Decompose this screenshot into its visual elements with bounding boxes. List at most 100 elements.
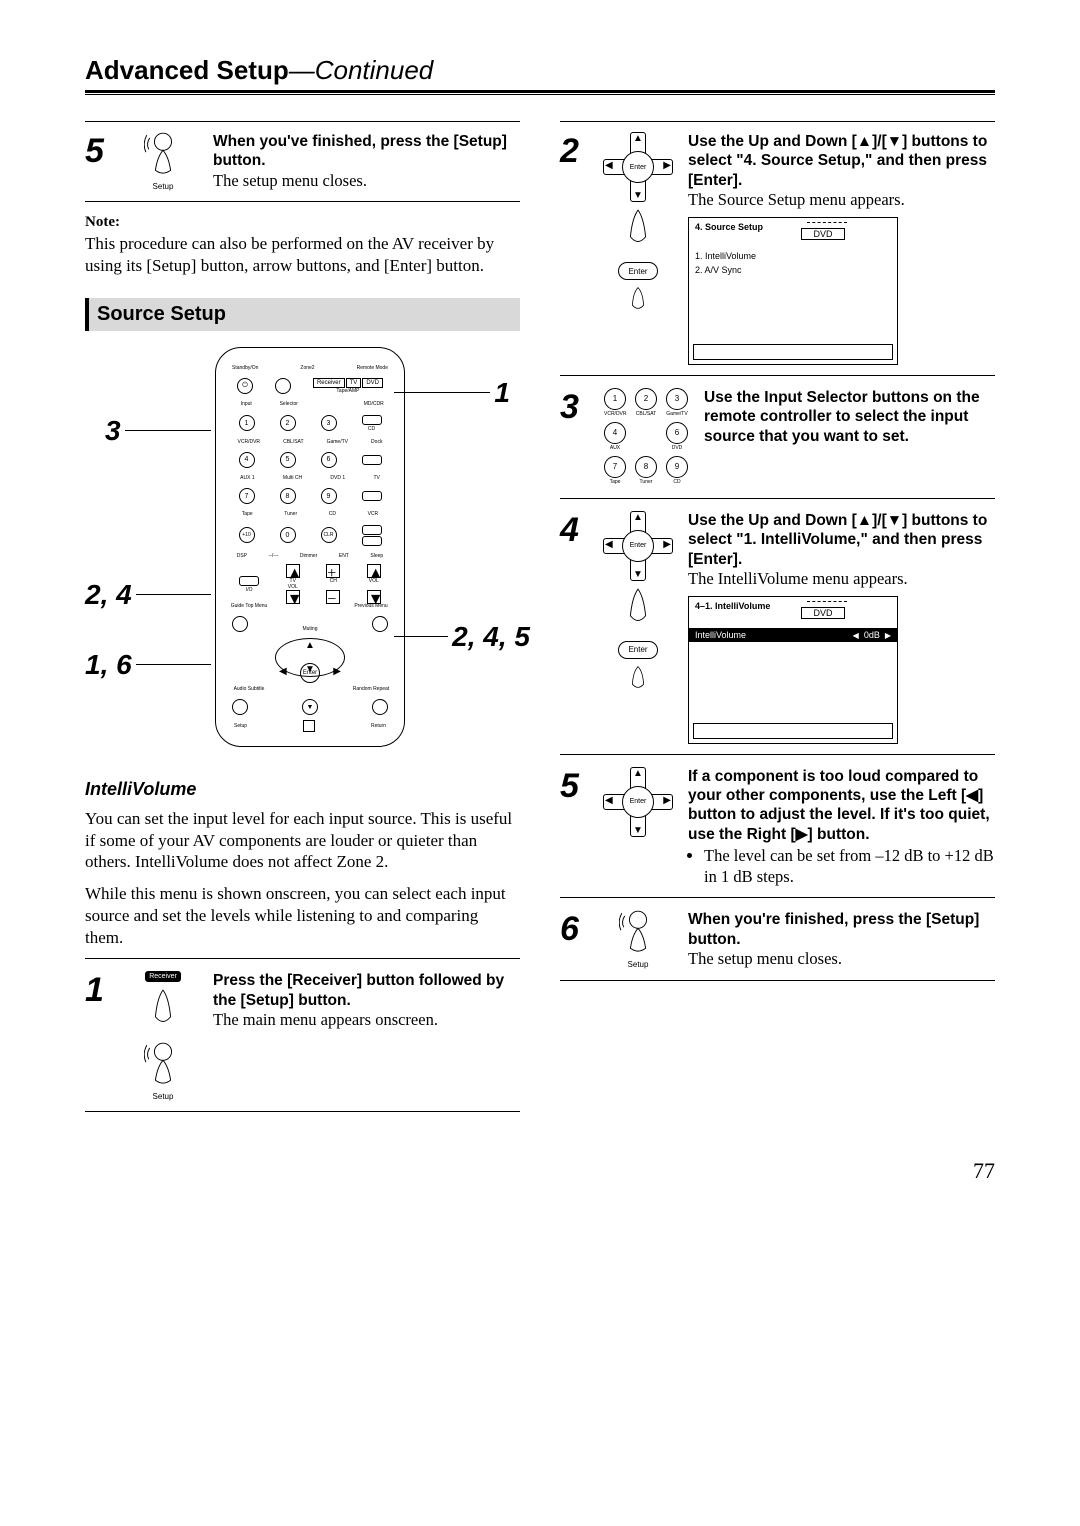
page-number: 77	[973, 1158, 995, 1184]
prev-menu-button[interactable]	[372, 616, 388, 632]
k4[interactable]: 4	[604, 422, 626, 444]
right-tri-icon: ▶	[885, 631, 891, 640]
right-icon[interactable]: ▶	[663, 160, 671, 171]
side-cd[interactable]	[362, 415, 382, 425]
left-column: 5 Setup When you've finished, press the …	[85, 121, 520, 1124]
tv-vol-up[interactable]: ▲	[286, 564, 300, 578]
intelli-p1: You can set the input level for each inp…	[85, 808, 520, 873]
right-icon[interactable]: ▶	[663, 539, 671, 550]
down-icon[interactable]: ▼	[633, 190, 643, 201]
callout-1-num: 1	[494, 377, 510, 409]
left-icon[interactable]: ◀	[605, 795, 613, 806]
k9[interactable]: 9	[666, 456, 688, 478]
key-5[interactable]: 5	[280, 452, 296, 468]
key-0[interactable]: 0	[280, 527, 296, 543]
guide-button[interactable]	[232, 616, 248, 632]
play-button[interactable]: ▼	[302, 699, 318, 715]
mode-sub: Tape/AMP	[336, 388, 359, 394]
kl: Game/TV	[666, 412, 688, 420]
lbl-remote-mode: Remote Mode	[357, 365, 388, 371]
l: I/O	[246, 587, 253, 593]
two-column-layout: 5 Setup When you've finished, press the …	[85, 121, 995, 1124]
up-icon[interactable]: ▲	[633, 768, 643, 779]
step-3-graphic: 123 VCR/DVRCBL/SATGame/TV 46 AUXDVD 789 …	[602, 388, 690, 488]
return-button[interactable]	[372, 699, 388, 715]
right-icon[interactable]: ▶	[663, 795, 671, 806]
receiver-mode-button[interactable]: Receiver	[145, 971, 181, 982]
left-icon[interactable]: ◀	[605, 160, 613, 171]
right-step-5: 5 Enter ▲ ▼ ◀ ▶ If a component is too loud …	[560, 767, 995, 888]
callout-245-num: 2, 4, 5	[452, 621, 530, 653]
enter-pill[interactable]: Enter	[618, 262, 658, 280]
key-2[interactable]: 2	[280, 415, 296, 431]
side-cable[interactable]	[362, 525, 382, 535]
kl: Tuner	[635, 480, 657, 488]
k1[interactable]: 1	[604, 388, 626, 410]
step-3-text: Use the Input Selector buttons on the re…	[704, 388, 995, 488]
enter-center[interactable]: Enter	[622, 151, 654, 183]
step-6-plain: The setup menu closes.	[688, 949, 995, 970]
dpad-down[interactable]: ▼	[305, 664, 315, 675]
dpad: Enter ▲ ▼ ◀ ▶	[275, 638, 345, 677]
io-button[interactable]	[239, 576, 259, 586]
key-1[interactable]: 1	[239, 415, 255, 431]
right-step-2: 2 Enter ▲▼◀▶ Enter Use the Up and	[560, 121, 995, 365]
l: VCR/DVR	[238, 439, 261, 445]
k2[interactable]: 2	[635, 388, 657, 410]
mode-tv[interactable]: TV	[346, 378, 362, 388]
page-title: Advanced Setup—Continued	[85, 55, 995, 86]
key-7[interactable]: 7	[239, 488, 255, 504]
callout-1: 1	[390, 377, 510, 409]
key-9[interactable]: 9	[321, 488, 337, 504]
side-sat[interactable]	[362, 536, 382, 546]
key-6[interactable]: 6	[321, 452, 337, 468]
kl: Tape	[604, 480, 626, 488]
callout-245: 2, 4, 5	[390, 621, 530, 653]
k8[interactable]: 8	[635, 456, 657, 478]
callout-3-num: 3	[105, 415, 121, 447]
k6[interactable]: 6	[666, 422, 688, 444]
k7[interactable]: 7	[604, 456, 626, 478]
l: AUX 1	[240, 475, 254, 481]
key-4[interactable]: 4	[239, 452, 255, 468]
step-5r-bold: If a component is too loud compared to y…	[688, 767, 995, 845]
key-plus10[interactable]: +10	[239, 527, 255, 543]
hand-setup-icon	[144, 1042, 182, 1090]
up-icon[interactable]: ▲	[633, 512, 643, 523]
up-icon[interactable]: ▲	[633, 133, 643, 144]
step-5r-text: If a component is too loud compared to y…	[688, 767, 995, 888]
down-icon[interactable]: ▼	[633, 569, 643, 580]
dpad-right[interactable]: ▶	[333, 666, 341, 677]
step-number: 3	[560, 388, 588, 488]
callout-24-num: 2, 4	[85, 579, 132, 611]
kl: VCR/DVR	[604, 412, 626, 420]
dpad-up[interactable]: ▲	[305, 640, 315, 651]
zone2-button[interactable]	[275, 378, 291, 394]
power-button[interactable]: ⏻	[237, 378, 253, 394]
side-tv[interactable]	[362, 455, 382, 465]
stop-button[interactable]	[303, 720, 315, 732]
setup-lbl: Setup	[234, 723, 247, 729]
key-8[interactable]: 8	[280, 488, 296, 504]
mode-dvd[interactable]: DVD	[362, 378, 383, 388]
side-vcr[interactable]	[362, 491, 382, 501]
ch-up[interactable]: +	[326, 564, 340, 578]
step-4-text: Use the Up and Down [▲]/[▼] buttons to s…	[688, 511, 995, 744]
l: CH	[330, 578, 337, 584]
key-3[interactable]: 3	[321, 415, 337, 431]
lbl: Selector	[269, 401, 310, 407]
vol-up[interactable]: ▲	[367, 564, 381, 578]
mode-receiver[interactable]: Receiver	[313, 378, 345, 388]
enter-center[interactable]: Enter	[622, 530, 654, 562]
enter-pill[interactable]: Enter	[618, 641, 658, 659]
dpad-left[interactable]: ◀	[279, 666, 287, 677]
setup-button-remote[interactable]	[232, 699, 248, 715]
step-number: 5	[560, 767, 588, 888]
down-icon[interactable]: ▼	[633, 825, 643, 836]
left-icon[interactable]: ◀	[605, 539, 613, 550]
enter-center[interactable]: Enter	[622, 786, 654, 818]
k3[interactable]: 3	[666, 388, 688, 410]
row-value: 0dB	[864, 630, 880, 640]
step-2-bold: Use the Up and Down [▲]/[▼] buttons to s…	[688, 132, 995, 190]
key-clr[interactable]: CLR	[321, 527, 337, 543]
